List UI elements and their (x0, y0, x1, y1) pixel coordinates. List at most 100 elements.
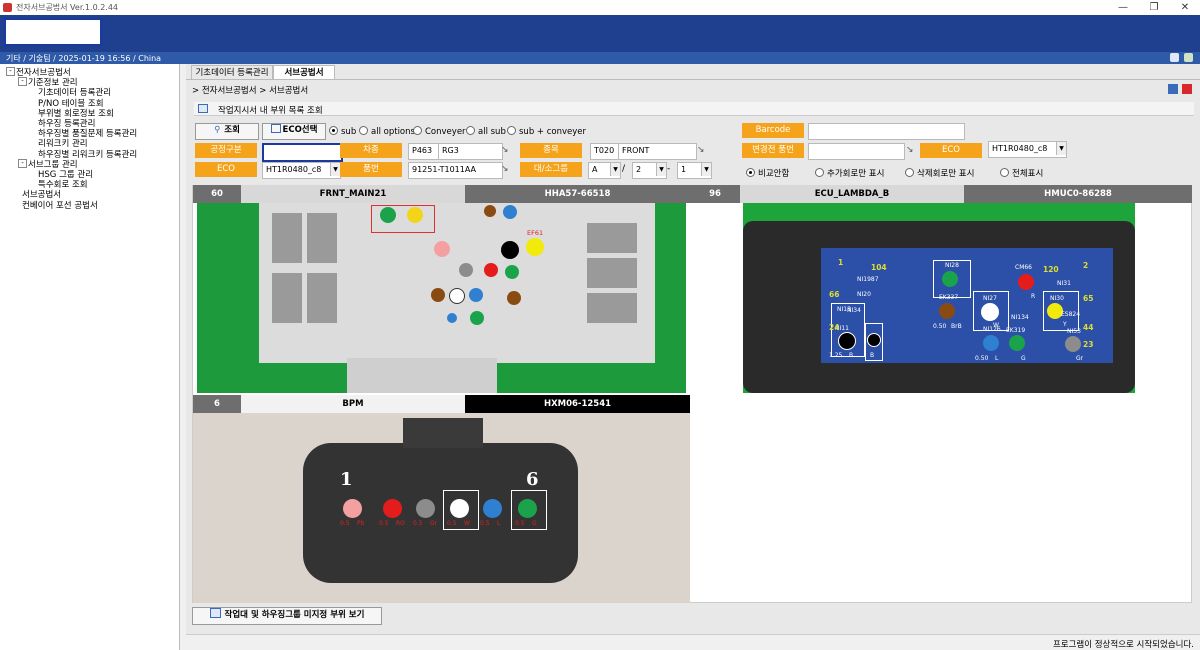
pin-dot (470, 311, 484, 325)
chevron-down-icon[interactable]: ▼ (701, 163, 711, 176)
pin-number: 1 (838, 258, 844, 267)
panel3-count: 6 (193, 395, 241, 413)
size-b-combo[interactable]: 2 ▼ (632, 162, 667, 179)
radio-deleted-only[interactable]: 삭제회로만 표시 (905, 167, 974, 179)
radio-conveyer[interactable]: Conveyer (413, 126, 466, 137)
connector-latch (347, 358, 497, 393)
pin-icon[interactable]: ↘ (501, 164, 509, 174)
panel1-name: FRNT_MAIN21 (241, 185, 465, 203)
pin-last-number: 6 (526, 469, 539, 490)
window-title: 전자서브공법서 Ver.1.0.2.44 (16, 3, 119, 12)
section-title: 작업지시서 내 부위 목록 조회 (218, 106, 323, 116)
list-icon (198, 104, 208, 113)
refresh-icon[interactable] (1184, 53, 1193, 62)
logo (4, 18, 102, 46)
tree-item[interactable]: 컨베이어 포선 공법서 (22, 199, 98, 211)
car-name-field[interactable]: RG3 (438, 143, 503, 160)
chevron-down-icon[interactable]: ▼ (610, 163, 620, 176)
pin-icon[interactable]: ↘ (906, 145, 914, 155)
tab-base-data[interactable]: 기초데이터 등록관리 (191, 65, 273, 80)
size-dash: - (667, 164, 671, 174)
pin-dot (484, 205, 496, 217)
search-button-label: 조회 (224, 125, 240, 135)
pin-dot (983, 335, 999, 351)
radio-sub[interactable]: sub (329, 126, 356, 137)
chevron-down-icon[interactable]: ▼ (1056, 142, 1066, 155)
circuit-label: G (1021, 355, 1026, 362)
pin-dot (981, 303, 999, 321)
connector-photo-main: EF61 (197, 203, 686, 393)
kind-label: 종목 (520, 143, 582, 158)
process-field[interactable] (262, 143, 343, 162)
pin-dot (450, 499, 469, 518)
eco2-combo[interactable]: HT1R0480_c8 ▼ (988, 141, 1067, 158)
tree-expander-icon[interactable]: - (18, 158, 27, 168)
connector-photo-bpm: 1 6 0.5 Pb 0.5 RO 0.5 Gr 0.5 W 0.5 L 0.5… (193, 413, 690, 603)
circuit-label: 1.25 (829, 352, 843, 359)
wire-size: 0.5 (447, 520, 457, 527)
car-code-field[interactable]: P463 (408, 143, 441, 160)
pin-icon[interactable]: ↘ (501, 145, 509, 155)
radio-all-options[interactable]: all options (359, 126, 415, 137)
tree-expander-icon[interactable]: - (18, 77, 27, 87)
barcode-field[interactable] (808, 123, 965, 140)
pin-dot (507, 291, 521, 305)
eco-select-button[interactable]: ECO선택 (262, 123, 326, 140)
minimize-button[interactable]: — (1113, 1, 1133, 14)
eco-label: ECO (195, 162, 257, 177)
size-c-combo[interactable]: 1 ▼ (677, 162, 712, 179)
tree-expander-icon[interactable]: - (6, 67, 15, 76)
circuit-label: ES824 (1061, 311, 1081, 318)
partno-field[interactable]: 91251-T1011AA (408, 162, 503, 179)
pin-first-number: 1 (340, 469, 353, 490)
bpm-latch (403, 418, 483, 448)
tab-sub-method[interactable]: 서브공법서 (273, 65, 335, 80)
pin-number: 66 (829, 290, 840, 299)
panel2-code: HMUC0-86288 (964, 185, 1192, 203)
user-info: 기타 / 기술팀 / 2025-01-19 16:56 / China (6, 54, 162, 63)
circuit-label: CM66 (1015, 264, 1033, 271)
pin-dot (501, 241, 519, 259)
wire-size: 0.5 (480, 520, 490, 527)
kind-code-field[interactable]: T020 (590, 143, 621, 160)
size-a-combo[interactable]: A ▼ (588, 162, 621, 179)
pin-dot (449, 288, 465, 304)
pin-dot (343, 499, 362, 518)
radio-added-only[interactable]: 추가회로만 표시 (815, 167, 884, 179)
prev-partno-field[interactable] (808, 143, 905, 160)
close-tab-icon[interactable] (1182, 84, 1192, 94)
panel2-name: ECU_LAMBDA_B (740, 185, 964, 203)
chevron-down-icon[interactable]: ▼ (330, 163, 340, 176)
radio-show-all[interactable]: 전체표시 (1000, 167, 1043, 179)
circuit-label: NI31 (1057, 280, 1071, 287)
show-unassigned-button[interactable]: 작업대 및 하우징그룹 미지정 부위 보기 (192, 607, 382, 625)
radio-sub-conveyer[interactable]: sub + conveyer (507, 126, 586, 137)
radio-all-sub[interactable]: all sub (466, 126, 506, 137)
chevron-down-icon[interactable]: ▼ (656, 163, 666, 176)
wire-color: L (497, 520, 501, 527)
size-b-value: 2 (636, 165, 642, 174)
pin-dot (1009, 335, 1025, 351)
wire-color: G (532, 520, 537, 527)
kind-name-field[interactable]: FRONT (618, 143, 697, 160)
pin-icon[interactable]: ↘ (697, 145, 705, 155)
status-bar: 프로그램이 정상적으로 시작되었습니다. (186, 634, 1200, 650)
close-button[interactable]: ✕ (1175, 1, 1195, 14)
pin-dot (447, 313, 457, 323)
header-banner (0, 15, 1200, 52)
settings-icon[interactable] (1168, 84, 1178, 94)
pin-dot (505, 265, 519, 279)
pin-number: 44 (1083, 323, 1094, 332)
wire-color: Pb (357, 520, 365, 527)
pin-dot (416, 499, 435, 518)
process-label: 공정구분 (195, 143, 257, 158)
wire-color: Gr (430, 520, 438, 527)
restore-button[interactable]: ❐ (1144, 1, 1164, 14)
search-icon[interactable] (1170, 53, 1179, 62)
panel3-name: BPM (241, 395, 465, 413)
search-button[interactable]: ⚲ 조회 (195, 123, 259, 140)
circuit-label: NI13 (837, 306, 851, 313)
eco-combo[interactable]: HT1R0480_c8 ▼ (262, 162, 341, 179)
circuit-label: NI20 (857, 291, 871, 298)
radio-no-compare[interactable]: 비교안함 (746, 167, 789, 179)
